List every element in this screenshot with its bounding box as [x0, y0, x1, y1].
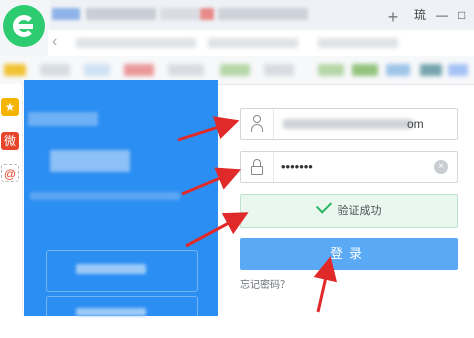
promo-blurred-text [50, 150, 130, 172]
promo-blurred-text [30, 192, 180, 200]
skin-icon[interactable]: 琉 [414, 7, 426, 23]
password-field-icon-box [241, 152, 274, 182]
browser-chrome: + 琉 — □ ‹ [0, 0, 474, 85]
address-blurred[interactable] [76, 38, 196, 48]
bookmark-blurred[interactable] [420, 64, 442, 76]
tab-strip: + 琉 — □ [50, 0, 474, 30]
password-value: ••••••• [281, 159, 313, 174]
promo-card[interactable] [46, 296, 198, 338]
minimize-button[interactable]: — [436, 7, 448, 23]
bookmark-blurred[interactable] [386, 64, 410, 76]
username-field-icon-box [241, 109, 274, 139]
bookmark-blurred[interactable] [264, 64, 294, 76]
new-tab-button[interactable]: + [384, 8, 402, 26]
favorites-star-icon[interactable]: ★ [1, 98, 19, 116]
username-field[interactable]: om [240, 108, 458, 140]
tab-blurred[interactable] [160, 8, 200, 20]
check-icon [315, 197, 332, 214]
lock-icon [251, 159, 263, 175]
tab-blurred[interactable] [52, 8, 80, 20]
arrow-to-login [313, 256, 338, 313]
bookmark-blurred[interactable] [352, 64, 378, 76]
address-bar: ‹ [48, 30, 474, 57]
password-field[interactable]: ••••••• × [240, 151, 458, 183]
username-value-blurred [283, 119, 413, 129]
mail-icon[interactable]: @ [1, 164, 19, 182]
clear-icon[interactable]: × [434, 160, 448, 174]
bookmark-blurred[interactable] [168, 64, 204, 76]
back-button[interactable]: ‹ [52, 34, 68, 50]
login-button[interactable]: 登录 [240, 238, 458, 270]
bookmark-blurred[interactable] [4, 64, 26, 76]
bookmark-blurred[interactable] [124, 64, 154, 76]
promo-blurred-text [28, 112, 98, 126]
address-blurred[interactable] [318, 38, 398, 48]
promo-blurred-text [76, 308, 146, 316]
browser-logo-icon[interactable] [3, 5, 45, 47]
bookmark-blurred[interactable] [40, 64, 70, 76]
verify-status-text: 验证成功 [337, 205, 382, 217]
tab-blurred[interactable] [200, 8, 214, 20]
address-blurred[interactable] [208, 38, 298, 48]
bookmark-blurred[interactable] [318, 64, 344, 76]
side-panel: ★ 微 @ [0, 84, 23, 316]
bookmark-blurred[interactable] [84, 64, 110, 76]
bookmark-blurred[interactable] [448, 64, 468, 76]
username-value-suffix: om [407, 117, 424, 131]
tab-blurred[interactable] [86, 8, 156, 20]
tab-blurred[interactable] [218, 8, 308, 20]
bookmark-blurred[interactable] [220, 64, 250, 76]
captcha-verified-box[interactable]: 验证成功 [240, 194, 458, 228]
weibo-icon[interactable]: 微 [1, 132, 19, 150]
user-icon [251, 115, 263, 133]
forgot-password-link[interactable]: 忘记密码？ [240, 280, 290, 292]
promo-blurred-text [76, 264, 146, 274]
maximize-button[interactable]: □ [458, 7, 465, 23]
promo-panel [24, 80, 218, 338]
